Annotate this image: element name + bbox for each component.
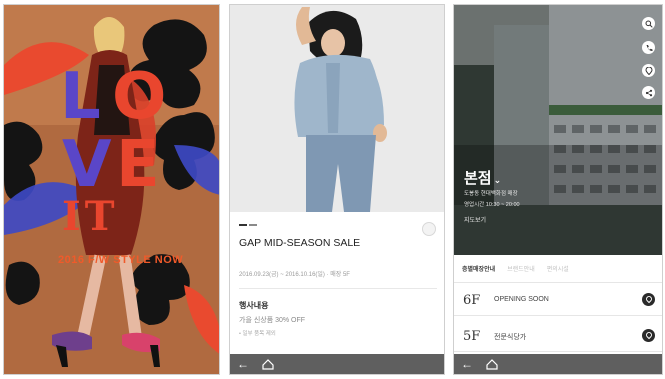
bottom-navigation: ←	[230, 354, 444, 374]
map-link[interactable]: 지도보기	[464, 215, 486, 224]
event-content: GAP MID-SEASON SALE 2016.09.23(금) ~ 2016…	[230, 212, 444, 355]
floor-row[interactable]: 6F OPENING SOON	[454, 285, 662, 316]
event-tags	[239, 224, 257, 226]
location-pin-icon[interactable]	[642, 329, 655, 342]
love-letter-e: E	[116, 128, 160, 202]
floor-number: 5F	[463, 329, 481, 344]
store-selector[interactable]: 본점 ⌄	[464, 167, 501, 188]
event-tag	[249, 224, 257, 226]
event-details-text: 가을 신상품 30% OFF	[239, 317, 306, 324]
location-pin-icon[interactable]	[642, 64, 655, 77]
event-detail-screen: GAP MID-SEASON SALE 2016.09.23(금) ~ 2016…	[229, 4, 445, 375]
home-icon[interactable]	[485, 357, 499, 371]
back-arrow-icon[interactable]: ←	[461, 357, 473, 371]
love-letter-o: O	[112, 60, 166, 134]
tab-brand-guide[interactable]: 브랜드안내	[507, 264, 535, 273]
favorite-icon[interactable]	[422, 222, 436, 236]
location-pin-icon[interactable]	[642, 293, 655, 306]
tab-floor-guide[interactable]: 층별매장안내	[462, 264, 495, 273]
floor-number: 6F	[463, 293, 481, 308]
chevron-down-icon: ⌄	[493, 175, 502, 185]
store-hours: 영업시간 10:30 ~ 20:00	[464, 202, 520, 208]
tab-facilities[interactable]: 편의시설	[547, 264, 569, 273]
search-icon[interactable]	[642, 17, 655, 30]
share-icon[interactable]	[642, 86, 655, 99]
it-text: IT	[62, 193, 119, 240]
floor-row[interactable]: 5F 전문식당가	[454, 321, 662, 352]
home-icon[interactable]	[261, 357, 275, 371]
store-info-screen: 본점 ⌄ 도봉동 현대백화점 매장 영업시간 10:30 ~ 20:00 지도보기…	[453, 4, 663, 375]
floor-label: 전문식당가	[494, 334, 527, 341]
bottom-navigation: ←	[454, 354, 662, 374]
event-tag	[239, 224, 247, 226]
floor-label: OPENING SOON	[494, 296, 549, 303]
campaign-screen[interactable]: L O V E IT 2016 F/W STYLE NOW	[3, 4, 220, 375]
content-divider	[239, 288, 437, 289]
event-note: • 일부 품목 제외	[239, 331, 276, 337]
phone-icon[interactable]	[642, 41, 655, 54]
style-now-caption: 2016 F/W STYLE NOW	[58, 254, 184, 266]
store-address: 도봉동 현대백화점 매장	[464, 191, 518, 197]
event-date: 2016.09.23(금) ~ 2016.10.16(일) · 매장 5F	[239, 272, 350, 278]
store-tabs: 층별매장안내 브랜드안내 편의시설	[454, 255, 662, 283]
event-details-heading: 행사내용	[239, 301, 269, 310]
back-arrow-icon[interactable]: ←	[237, 357, 249, 371]
event-photo	[230, 5, 444, 212]
store-name: 본점	[464, 170, 492, 187]
event-title: GAP MID-SEASON SALE	[239, 237, 361, 249]
love-letter-v: V	[62, 128, 112, 202]
love-letter-l: L	[60, 60, 101, 134]
